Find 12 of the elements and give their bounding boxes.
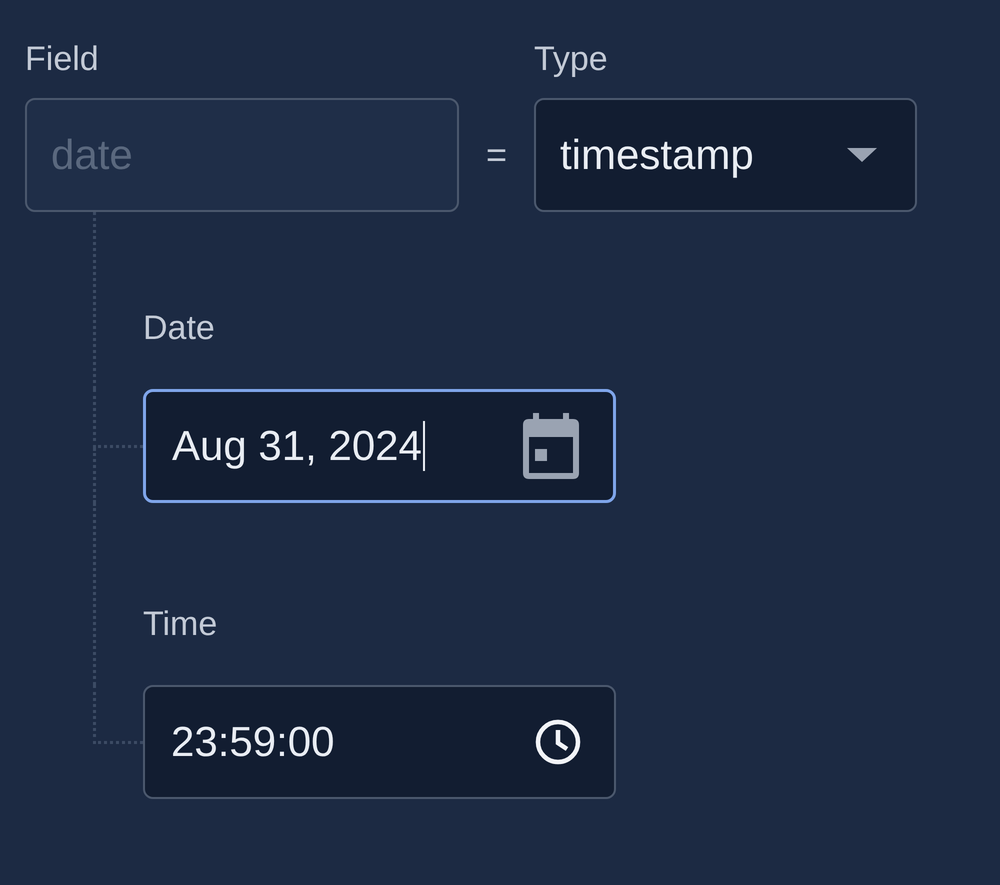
date-field[interactable]: Aug 31, 2024: [143, 389, 616, 503]
date-label: Date: [143, 308, 216, 349]
equals-sign: =: [484, 133, 508, 177]
time-field[interactable]: 23:59:00: [143, 685, 616, 799]
clock-icon[interactable]: [534, 718, 582, 766]
calendar-icon[interactable]: [521, 413, 581, 479]
type-dropdown[interactable]: timestamp: [534, 98, 917, 212]
caret-icon: [847, 148, 877, 162]
type-label: Type: [534, 39, 609, 80]
time-label: Time: [143, 604, 218, 645]
field-input[interactable]: date: [25, 98, 459, 212]
field-label: Field: [25, 39, 100, 80]
